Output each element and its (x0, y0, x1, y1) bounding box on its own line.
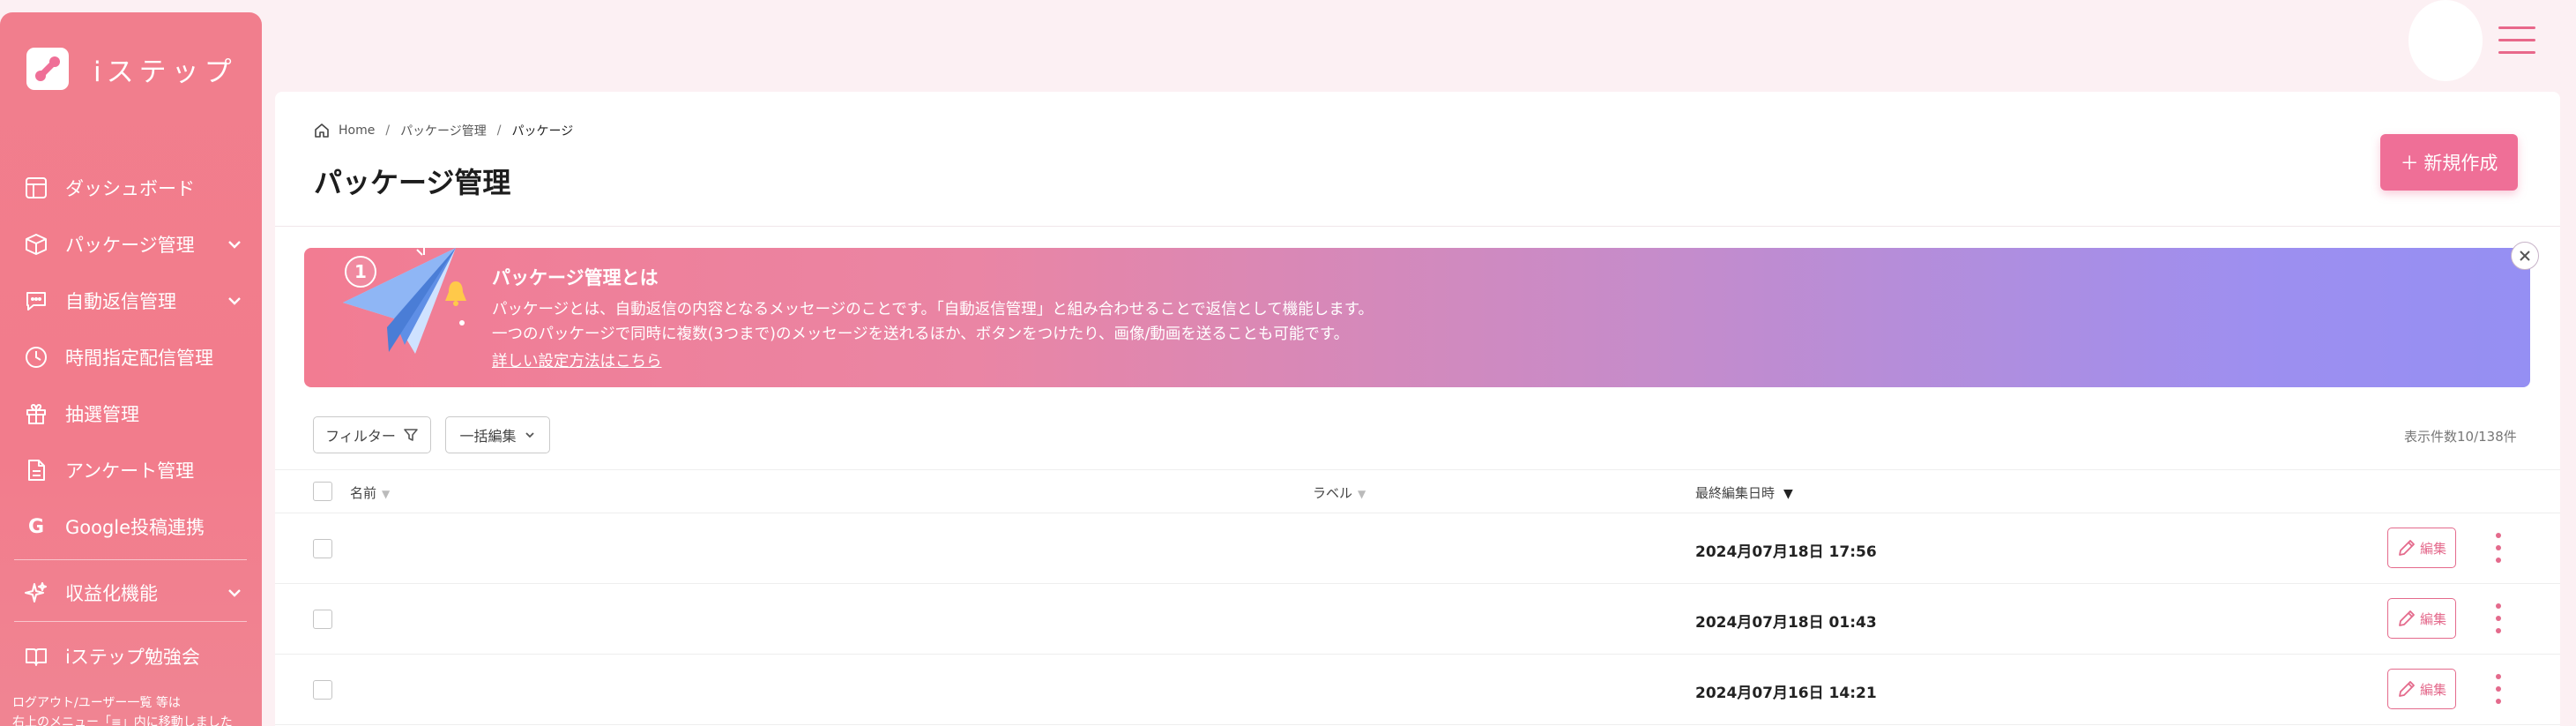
main-card: Home / パッケージ管理 / パッケージ パッケージ管理 ＋ 新規作成 1 … (275, 92, 2560, 726)
bulk-edit-button[interactable]: 一括編集 (445, 416, 550, 453)
table-row: 2024月07月16日 14:21 編集 (275, 655, 2560, 725)
sidebar-item-label: 時間指定配信管理 (65, 348, 213, 369)
banner-title: パッケージ管理とは (492, 267, 659, 288)
pencil-icon (2397, 609, 2416, 628)
result-count: 表示件数10/138件 (2404, 429, 2517, 445)
sidebar-item-label: 抽選管理 (65, 404, 139, 425)
breadcrumb-current: パッケージ (511, 124, 574, 138)
sort-icon: ▼ (1358, 488, 1366, 500)
banner-description: パッケージとは、自動返信の内容となるメッセージのことです。「自動返信管理」と組み… (492, 301, 1374, 318)
sidebar-item-label: 自動返信管理 (65, 291, 176, 312)
row-checkbox[interactable] (313, 610, 332, 629)
dashboard-icon (23, 175, 49, 201)
sidebar-item-scheduled[interactable]: 時間指定配信管理 (23, 340, 243, 375)
edit-button[interactable]: 編集 (2387, 598, 2456, 639)
more-options-icon[interactable] (2490, 603, 2507, 633)
breadcrumb-parent[interactable]: パッケージ管理 (400, 122, 487, 139)
hamburger-menu-icon[interactable] (2498, 26, 2535, 58)
settings-help-link[interactable]: 詳しい設定方法はこちら (492, 349, 662, 371)
sidebar-item-google[interactable]: G Google投稿連携 (23, 509, 243, 544)
filter-icon (403, 427, 419, 443)
pencil-icon (2397, 679, 2416, 699)
chevron-down-icon (226, 292, 243, 314)
breadcrumb-home[interactable]: Home (339, 123, 375, 138)
paper-plane-illustration: 1 (343, 248, 466, 354)
book-icon (23, 643, 49, 670)
updated-date: 2024月07月18日 17:56 (1695, 543, 1877, 561)
sidebar-item-label: 収益化機能 (65, 583, 158, 604)
table-row: 2024月07月18日 01:43 編集 (275, 584, 2560, 655)
sidebar-item-auto-reply[interactable]: 自動返信管理 (23, 283, 243, 318)
chevron-down-icon (524, 429, 536, 441)
divider (275, 226, 2560, 227)
column-updated[interactable]: 最終編集日時 ▼ (1695, 483, 1793, 502)
table-row: 2024月07月18日 17:56 編集 (275, 513, 2560, 584)
select-all-checkbox[interactable] (313, 482, 332, 501)
document-icon (23, 457, 49, 483)
sidebar-item-lottery[interactable]: 抽選管理 (23, 396, 243, 431)
google-icon: G (27, 515, 45, 538)
table-header: 名前 ▼ ラベル ▼ 最終編集日時 ▼ (275, 469, 2560, 513)
sidebar-item-survey[interactable]: アンケート管理 (23, 453, 243, 488)
avatar[interactable] (2408, 0, 2483, 81)
sidebar-item-label: パッケージ管理 (65, 235, 195, 256)
clock-icon (23, 344, 49, 370)
new-create-button[interactable]: ＋ 新規作成 (2380, 134, 2518, 191)
divider (14, 559, 247, 560)
sidebar: iステップ ダッシュボード パッケージ管理 自動返信管理 時間指定配信管理 抽選… (0, 12, 262, 726)
updated-date: 2024月07月16日 14:21 (1695, 685, 1877, 702)
sort-icon: ▼ (382, 488, 391, 500)
chevron-down-icon (226, 584, 243, 606)
sidebar-item-study[interactable]: iステップ勉強会 (23, 639, 243, 674)
row-checkbox[interactable] (313, 539, 332, 558)
column-name[interactable]: 名前 ▼ (350, 483, 390, 502)
box-icon (23, 231, 49, 258)
pencil-icon (2397, 538, 2416, 558)
brand-name: iステップ (93, 56, 237, 88)
updated-date: 2024月07月18日 01:43 (1695, 614, 1877, 632)
sidebar-item-label: ダッシュボード (65, 178, 195, 199)
home-icon[interactable] (314, 123, 330, 138)
edit-button[interactable]: 編集 (2387, 528, 2456, 568)
sidebar-item-label: iステップ勉強会 (65, 647, 200, 668)
brand[interactable]: iステップ (26, 48, 237, 90)
divider (14, 621, 247, 622)
info-banner: 1 パッケージ管理とは パッケージとは、自動返信の内容となるメッセージのことです… (304, 242, 2539, 387)
row-checkbox[interactable] (313, 680, 332, 700)
more-options-icon[interactable] (2490, 674, 2507, 704)
chevron-down-icon (226, 236, 243, 258)
svg-text:1: 1 (354, 261, 367, 282)
sparkle-icon (23, 580, 49, 606)
edit-button[interactable]: 編集 (2387, 669, 2456, 709)
sidebar-item-label: Google投稿連携 (65, 517, 205, 538)
sidebar-item-label: アンケート管理 (65, 460, 195, 482)
breadcrumb: Home / パッケージ管理 / パッケージ (314, 122, 573, 139)
gift-icon (23, 400, 49, 427)
more-options-icon[interactable] (2490, 533, 2507, 563)
chat-icon (23, 288, 49, 314)
column-label[interactable]: ラベル ▼ (1313, 483, 1366, 502)
sidebar-item-packages[interactable]: パッケージ管理 (23, 227, 243, 262)
filter-button[interactable]: フィルター (313, 416, 431, 453)
banner-description: 一つのパッケージで同時に複数(3つまで)のメッセージを送れるほか、ボタンをつけた… (492, 326, 1350, 343)
brand-logo-icon (26, 48, 69, 90)
page-title: パッケージ管理 (314, 166, 511, 199)
sort-icon: ▼ (1783, 487, 1793, 501)
sidebar-item-monetization[interactable]: 収益化機能 (23, 575, 243, 610)
close-icon[interactable] (2511, 242, 2539, 270)
sidebar-item-dashboard[interactable]: ダッシュボード (23, 170, 243, 206)
menu-moved-note: ログアウト/ユーザー一覧 等は 右上のメニュー「≡」内に移動しました (12, 696, 233, 726)
